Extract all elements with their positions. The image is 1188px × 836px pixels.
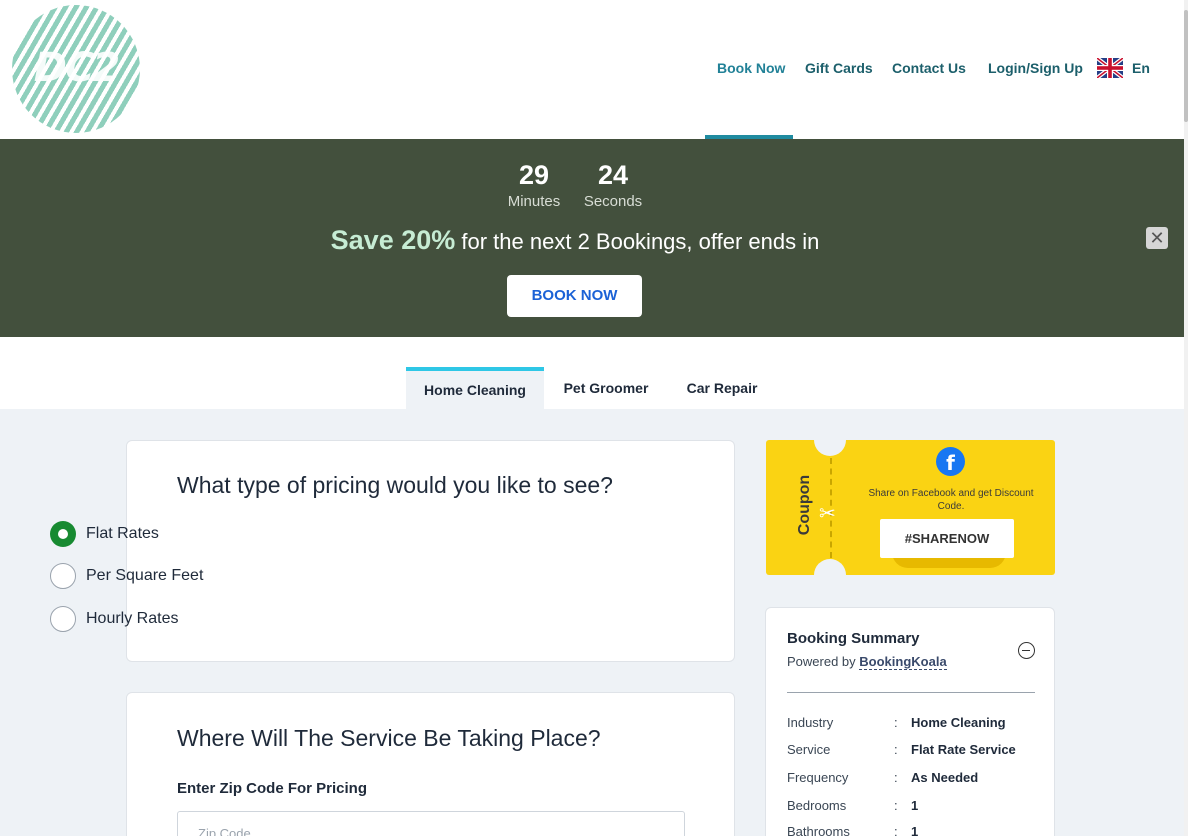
- summary-row-bedrooms: Bedrooms : 1: [787, 798, 1037, 816]
- tab-home-cleaning[interactable]: Home Cleaning: [406, 367, 544, 409]
- share-now-button[interactable]: #SHARENOW: [880, 519, 1014, 558]
- countdown-seconds: 24 Seconds: [578, 159, 648, 213]
- dc2-logo[interactable]: DC2: [12, 5, 140, 133]
- nav-login-signup[interactable]: Login/Sign Up: [988, 60, 1083, 76]
- option-per-square-feet[interactable]: Per Square Feet: [50, 563, 203, 589]
- seconds-value: 24: [597, 160, 629, 190]
- summary-value: Home Cleaning: [911, 715, 1006, 730]
- nav-book-now[interactable]: Book Now: [717, 60, 785, 76]
- scrollbar-thumb[interactable]: [1184, 10, 1188, 122]
- minutes-value: 29: [518, 160, 550, 190]
- summary-row-frequency: Frequency : As Needed: [787, 770, 1037, 788]
- coupon-card: Coupon ✂ f Share on Facebook and get Dis…: [766, 440, 1055, 575]
- option-label: Flat Rates: [86, 525, 159, 542]
- nav-gift-cards[interactable]: Gift Cards: [805, 60, 873, 76]
- location-card: Where Will The Service Be Taking Place? …: [126, 692, 735, 836]
- promo-book-now-button[interactable]: BOOK NOW: [507, 275, 642, 317]
- summary-row-industry: Industry : Home Cleaning: [787, 715, 1037, 733]
- booking-summary: Booking Summary Powered by BookingKoala …: [765, 607, 1055, 836]
- summary-colon: :: [894, 742, 898, 757]
- radio-icon[interactable]: [50, 563, 76, 589]
- option-label: Per Square Feet: [86, 567, 204, 584]
- close-icon[interactable]: ✕: [1146, 227, 1168, 249]
- summary-value: As Needed: [911, 770, 979, 785]
- pricing-card: What type of pricing would you like to s…: [126, 440, 735, 662]
- summary-key: Industry: [787, 715, 834, 730]
- option-label: Hourly Rates: [86, 610, 179, 627]
- summary-colon: :: [894, 798, 898, 813]
- language-selector[interactable]: En: [1132, 60, 1150, 76]
- summary-key: Bedrooms: [787, 798, 847, 813]
- tab-pet-groomer[interactable]: Pet Groomer: [552, 367, 660, 409]
- option-flat-rates[interactable]: Flat Rates: [50, 521, 159, 547]
- summary-row-bathrooms: Bathrooms : 1: [787, 824, 1037, 836]
- promo-headline: Save 20% for the next 2 Bookings, offer …: [0, 225, 1150, 256]
- collapse-icon[interactable]: [1018, 642, 1035, 659]
- seconds-label: Seconds: [583, 193, 643, 210]
- facebook-icon[interactable]: f: [936, 447, 965, 476]
- summary-row-service: Service : Flat Rate Service: [787, 742, 1037, 760]
- radio-selected-icon[interactable]: [50, 521, 76, 547]
- scissors-icon: ✂: [819, 503, 836, 525]
- nav-contact-us[interactable]: Contact Us: [892, 60, 966, 76]
- summary-colon: :: [894, 824, 898, 836]
- tab-car-repair[interactable]: Car Repair: [676, 367, 768, 409]
- radio-icon[interactable]: [50, 606, 76, 632]
- summary-colon: :: [894, 715, 898, 730]
- summary-divider: [787, 692, 1035, 693]
- page-scrollbar[interactable]: [1184, 0, 1188, 836]
- location-title: Where Will The Service Be Taking Place?: [177, 725, 601, 751]
- summary-value: 1: [911, 824, 919, 836]
- summary-key: Bathrooms: [787, 824, 850, 836]
- coupon-label: Coupon: [796, 474, 813, 536]
- minutes-label: Minutes: [507, 193, 561, 210]
- promo-save-text: Save 20%: [330, 225, 456, 255]
- summary-value: Flat Rate Service: [911, 742, 1016, 757]
- coupon-notch: [814, 440, 846, 456]
- zip-code-label: Enter Zip Code For Pricing: [177, 780, 368, 797]
- site-header: DC2 Book Now Gift Cards Contact Us Login…: [0, 0, 1184, 139]
- summary-key: Service: [787, 742, 831, 757]
- coupon-notch: [814, 559, 846, 575]
- logo-text: DC2: [33, 45, 120, 91]
- summary-title: Booking Summary: [787, 630, 920, 647]
- powered-by-text: Powered by: [787, 654, 856, 669]
- bookingkoala-link[interactable]: BookingKoala: [859, 654, 947, 670]
- summary-key: Frequency: [787, 770, 849, 785]
- countdown-minutes: 29 Minutes: [500, 159, 568, 213]
- summary-colon: :: [894, 770, 898, 785]
- summary-powered-by: Powered by BookingKoala: [787, 654, 947, 670]
- pricing-title: What type of pricing would you like to s…: [177, 472, 613, 498]
- zip-code-input[interactable]: Zip Code: [177, 811, 685, 836]
- summary-value: 1: [911, 798, 919, 813]
- service-tabs: Home Cleaning Pet Groomer Car Repair: [0, 337, 1184, 409]
- coupon-description: Share on Facebook and get Discount Code.: [868, 488, 1034, 512]
- promo-offer-text: for the next 2 Bookings, offer ends in: [461, 229, 820, 254]
- promo-banner: 29 Minutes 24 Seconds Save 20% for the n…: [0, 139, 1184, 337]
- option-hourly-rates[interactable]: Hourly Rates: [50, 606, 178, 632]
- uk-flag-icon[interactable]: [1097, 58, 1123, 78]
